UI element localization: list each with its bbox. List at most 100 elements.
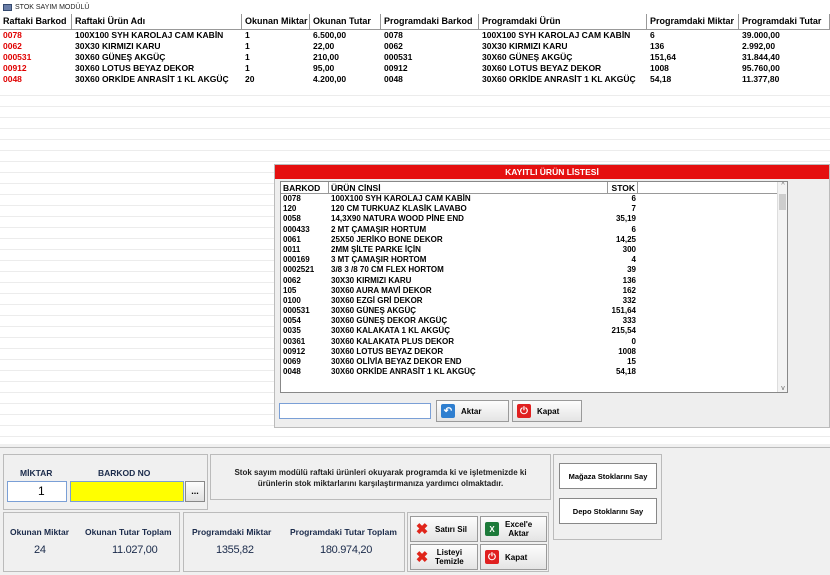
bottom-panel: MİKTAR BARKOD NO 1 ... Stok sayım modülü… <box>0 447 830 575</box>
kapat-button[interactable]: ⏻ Kapat <box>480 544 547 570</box>
list-cell: 105 <box>283 285 297 295</box>
aktar-button[interactable]: ↶ Aktar <box>436 400 509 422</box>
list-item[interactable]: 00912 30X60 LOTUS BEYAZ DEKOR 1008 <box>281 347 787 357</box>
table-cell: 210,00 <box>313 52 339 62</box>
list-item[interactable]: 0002521 3/8 3 /8 70 CM FLEX HORTOM 39 <box>281 265 787 275</box>
list-cell: 120 CM TURKUAZ KLASİK LAVABO <box>331 204 467 214</box>
table-row[interactable]: 0078 100X100 SYH KAROLAJ CAM KABİN 1 6.500,… <box>0 30 830 41</box>
col-urun-cinsi[interactable]: ÜRÜN CİNSİ <box>329 182 608 193</box>
list-item[interactable]: 0100 30X60 EZGİ GRİ DEKOR 332 <box>281 296 787 306</box>
list-cell: 30X60 GÜNEŞ AKGÜÇ <box>331 306 417 316</box>
list-item[interactable]: 0054 30X60 GÜNEŞ DEKOR AKGÜÇ 333 <box>281 316 787 326</box>
list-item[interactable]: 0062 30X30 KIRMIZI KARU 136 <box>281 276 787 286</box>
list-cell: 30X60 LOTUS BEYAZ DEKOR <box>331 346 444 356</box>
product-list[interactable]: BARKOD ÜRÜN CİNSİ STOK 0078 100X100 SYH K… <box>280 181 788 393</box>
aktar-label: Aktar <box>461 406 482 416</box>
list-item[interactable]: 0078 100X100 SYH KAROLAJ CAM KABİN 6 <box>281 194 787 204</box>
list-cell: 35,19 <box>615 214 636 224</box>
prog-tutar-label: Programdaki Tutar Toplam <box>290 527 397 537</box>
list-item[interactable]: 0058 14,3X90 NATURA WOOD PİNE END 35,19 <box>281 214 787 224</box>
popup-kapat-label: Kapat <box>537 406 560 416</box>
table-cell: 30X60 LOTUS BEYAZ DEKOR <box>482 63 602 73</box>
grid-body: 0078 100X100 SYH KAROLAJ CAM KABİN 1 6.500,… <box>0 30 830 85</box>
power-icon: ⏻ <box>517 404 531 418</box>
product-search-input[interactable] <box>279 403 431 419</box>
list-item[interactable]: 120 120 CM TURKUAZ KLASİK LAVABO 7 <box>281 204 787 214</box>
prog-miktar-value: 1355,82 <box>216 544 254 556</box>
product-list-scrollbar[interactable]: ^ v <box>777 182 787 392</box>
table-cell: 95.760,00 <box>742 63 780 73</box>
list-item[interactable]: 0061 25X50 JERİKO BONE DEKOR 14,25 <box>281 235 787 245</box>
table-row[interactable]: 00912 30X60 LOTUS BEYAZ DEKOR 1 95,00 00912 3… <box>0 63 830 74</box>
table-row[interactable]: 0048 30X60 ORKİDE ANRASİT 1 KL AKGÜÇ 20 4.2… <box>0 74 830 85</box>
table-cell: 0048 <box>3 74 22 84</box>
magaza-stok-button[interactable]: Mağaza Stoklarını Say <box>559 463 657 489</box>
okunan-miktar-label: Okunan Miktar <box>10 527 70 537</box>
barkod-input[interactable] <box>70 481 184 502</box>
list-item[interactable]: 000433 2 MT ÇAMAŞIR HORTUM 6 <box>281 225 787 235</box>
list-cell: 25X50 JERİKO BONE DEKOR <box>331 234 443 244</box>
list-cell: 30X60 GÜNEŞ DEKOR AKGÜÇ <box>331 316 448 326</box>
col-prog-tutar[interactable]: Programdaki Tutar <box>739 14 830 29</box>
scroll-thumb[interactable] <box>779 194 786 210</box>
table-cell: 1 <box>245 52 250 62</box>
list-item[interactable]: 0048 30X60 ORKİDE ANRASİT 1 KL AKGÜÇ 54,18 <box>281 367 787 377</box>
list-cell: 30X60 OLİVİA BEYAZ DEKOR END <box>331 357 462 366</box>
product-list-popup: KAYITLI ÜRÜN LİSTESİ BARKOD ÜRÜN CİNSİ S… <box>274 164 830 428</box>
col-barkod[interactable]: BARKOD <box>281 182 329 193</box>
window-titlebar: STOK SAYIM MODÜLÜ <box>0 0 830 14</box>
col-prog-miktar[interactable]: Programdaki Miktar <box>647 14 739 29</box>
excel-aktar-label-2: Aktar <box>508 529 529 538</box>
table-row[interactable]: 0062 30X30 KIRMIZI KARU 1 22,00 0062 30X30 KI… <box>0 41 830 52</box>
col-prog-urun[interactable]: Programdaki Ürün <box>479 14 647 29</box>
list-item[interactable]: 0035 30X60 KALAKATA 1 KL AKGÜÇ 215,54 <box>281 326 787 336</box>
table-cell: 30X60 GÜNEŞ AKGÜÇ <box>75 52 166 62</box>
depo-stok-button[interactable]: Depo Stoklarını Say <box>559 498 657 524</box>
scroll-down-icon[interactable]: v <box>778 385 787 392</box>
satir-sil-label: Satırı Sil <box>435 524 468 534</box>
list-item[interactable]: 105 30X60 AURA MAVİ DEKOR 162 <box>281 286 787 296</box>
list-cell: 0078 <box>283 194 301 203</box>
table-cell: 6 <box>650 30 655 40</box>
list-cell: 15 <box>627 357 636 366</box>
list-item[interactable]: 0011 2MM ŞİLTE PARKE İÇİN 300 <box>281 245 787 255</box>
list-cell: 333 <box>622 316 636 326</box>
col-raftaki-urun[interactable]: Raftaki Ürün Adı <box>72 14 242 29</box>
table-cell: 4.200,00 <box>313 74 347 84</box>
list-cell: 332 <box>622 295 636 305</box>
table-cell: 000531 <box>384 52 413 62</box>
list-cell: 30X60 KALAKATA 1 KL AKGÜÇ <box>331 326 450 336</box>
list-cell: 0100 <box>283 295 301 305</box>
listeyi-label-1: Listeyi <box>436 548 463 557</box>
list-cell: 100X100 SYH KAROLAJ CAM KABİN <box>331 194 471 203</box>
list-item[interactable]: 000169 3 MT ÇAMAŞIR HORTOM 4 <box>281 255 787 265</box>
list-cell: 000169 <box>283 255 310 265</box>
table-cell: 1 <box>245 63 250 73</box>
scroll-up-icon[interactable]: ^ <box>778 182 787 189</box>
col-raftaki-barkod[interactable]: Raftaki Barkod <box>0 14 72 29</box>
table-cell: 0078 <box>384 30 403 40</box>
col-okunan-miktar[interactable]: Okunan Miktar <box>242 14 310 29</box>
list-item[interactable]: 00361 30X60 KALAKATA PLUS DEKOR 0 <box>281 337 787 347</box>
popup-kapat-button[interactable]: ⏻ Kapat <box>512 400 582 422</box>
list-item[interactable]: 000531 30X60 GÜNEŞ AKGÜÇ 151,64 <box>281 306 787 316</box>
list-cell: 1008 <box>618 346 636 356</box>
listeyi-label-2: Temizle <box>435 557 464 566</box>
list-cell: 7 <box>631 204 636 214</box>
miktar-input[interactable]: 1 <box>7 481 67 502</box>
table-cell: 00912 <box>3 63 27 73</box>
list-cell: 0061 <box>283 234 301 244</box>
excel-aktar-button[interactable]: X Excel'e Aktar <box>480 516 547 542</box>
col-prog-barkod[interactable]: Programdaki Barkod <box>381 14 479 29</box>
table-row[interactable]: 000531 30X60 GÜNEŞ AKGÜÇ 1 210,00 000531 30X6… <box>0 52 830 63</box>
col-okunan-tutar[interactable]: Okunan Tutar <box>310 14 381 29</box>
table-cell: 54,18 <box>650 74 672 84</box>
list-cell: 300 <box>622 244 636 254</box>
window-title: STOK SAYIM MODÜLÜ <box>15 3 90 11</box>
satir-sil-button[interactable]: ✖ Satırı Sil <box>410 516 478 542</box>
listeyi-temizle-button[interactable]: ✖ Listeyi Temizle <box>410 544 478 570</box>
list-item[interactable]: 0069 30X60 OLİVİA BEYAZ DEKOR END 15 <box>281 357 787 367</box>
table-cell: 1 <box>245 41 250 51</box>
col-stok[interactable]: STOK <box>608 182 638 193</box>
browse-button[interactable]: ... <box>185 481 205 502</box>
